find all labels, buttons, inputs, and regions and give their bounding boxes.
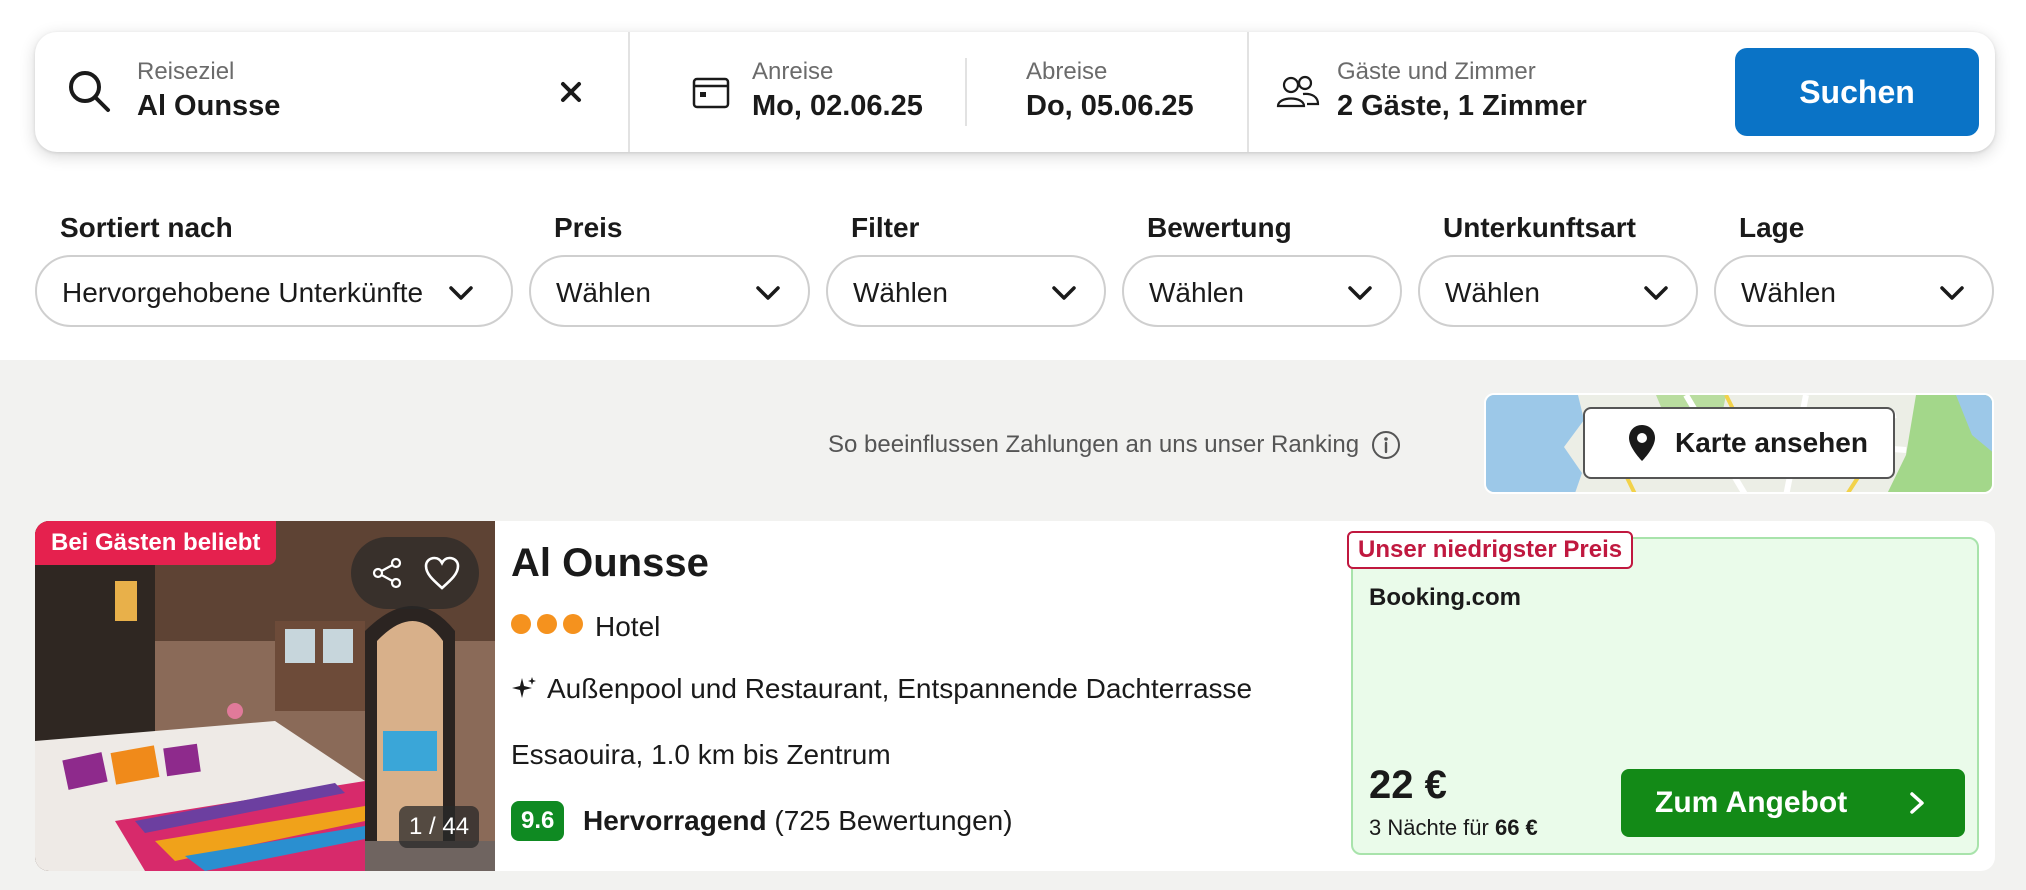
view-map-button[interactable]: Karte ansehen bbox=[1583, 407, 1895, 479]
price-dropdown[interactable]: Wählen bbox=[529, 255, 810, 327]
hotel-name[interactable]: Al Ounsse bbox=[511, 541, 709, 586]
search-button[interactable]: Suchen bbox=[1735, 48, 1979, 136]
destination-label: Reiseziel bbox=[137, 58, 235, 85]
amenities: Außenpool und Restaurant, Entspannende D… bbox=[547, 673, 1253, 704]
nights-prefix: 3 Nächte für bbox=[1369, 815, 1489, 840]
checkout-field[interactable]: Abreise Do, 05.06.25 bbox=[1001, 32, 1281, 152]
dropdown-value: Wählen bbox=[1445, 277, 1540, 308]
chevron-right-icon bbox=[1910, 792, 1924, 814]
filter-label: Preis bbox=[554, 212, 623, 243]
checkout-label: Abreise bbox=[1026, 58, 1108, 85]
checkin-field[interactable]: Anreise Mo, 02.06.25 bbox=[629, 32, 999, 152]
ranking-note: So beeinflussen Zahlungen an uns unser R… bbox=[828, 431, 1360, 458]
map-preview[interactable]: Karte ansehen bbox=[1484, 393, 1994, 494]
guests-label: Gäste und Zimmer bbox=[1337, 58, 1536, 85]
photo-actions bbox=[351, 537, 479, 609]
hotel-card: Bei Gästen beliebt 1 / 44 Al Ounsse Hote… bbox=[35, 521, 1995, 871]
share-icon[interactable] bbox=[371, 557, 403, 589]
heart-icon[interactable] bbox=[423, 555, 461, 591]
destination-field[interactable]: Reiseziel Al Ounsse bbox=[35, 32, 628, 152]
divider bbox=[965, 58, 967, 126]
map-pin-icon bbox=[1629, 425, 1655, 461]
chevron-down-icon bbox=[756, 286, 780, 300]
view-deal-button[interactable]: Zum Angebot bbox=[1621, 769, 1965, 837]
sparkle-icon bbox=[512, 677, 536, 698]
hotel-location: Essaouira, 1.0 km bis Zentrum bbox=[511, 739, 891, 770]
clear-icon[interactable] bbox=[555, 76, 587, 108]
calendar-icon bbox=[692, 77, 730, 109]
property-type-dropdown[interactable]: Wählen bbox=[1418, 255, 1698, 327]
dropdown-value: Hervorgehobene Unterkünfte bbox=[62, 277, 424, 308]
popular-badge: Bei Gästen beliebt bbox=[35, 521, 277, 565]
dropdown-value: Wählen bbox=[853, 277, 948, 308]
dropdown-value: Wählen bbox=[1149, 277, 1244, 308]
hotel-type: Hotel bbox=[595, 611, 661, 642]
checkin-value[interactable]: Mo, 02.06.25 bbox=[752, 90, 923, 123]
dropdown-value: Wählen bbox=[556, 277, 651, 308]
star-dot-icon bbox=[511, 614, 531, 634]
star-rating bbox=[511, 614, 583, 634]
photo-counter: 1 / 44 bbox=[399, 806, 480, 848]
deal-box[interactable]: Unser niedrigster Preis Booking.com 22 €… bbox=[1347, 531, 1979, 855]
dropdown-value: Wählen bbox=[1741, 277, 1836, 308]
view-deal-label: Zum Angebot bbox=[1655, 786, 1848, 819]
search-bar: Reiseziel Al Ounsse Anreise Mo, 02.06.25… bbox=[35, 32, 1995, 152]
nights-total-price: 66 € bbox=[1494, 815, 1538, 840]
lowest-price-badge: Unser niedrigster Preis bbox=[1347, 531, 1634, 569]
info-icon[interactable] bbox=[1371, 430, 1401, 460]
rating-score-badge: 9.6 bbox=[511, 801, 565, 841]
guests-icon bbox=[1276, 75, 1320, 108]
guests-field[interactable]: Gäste und Zimmer 2 Gäste, 1 Zimmer bbox=[1249, 32, 1729, 152]
rating-summary[interactable]: Hervorragend (725 Bewertungen) bbox=[583, 805, 1013, 837]
rating-dropdown[interactable]: Wählen bbox=[1122, 255, 1402, 327]
filter-label: Lage bbox=[1739, 212, 1805, 243]
checkout-value[interactable]: Do, 05.06.25 bbox=[1026, 90, 1194, 123]
chevron-down-icon bbox=[449, 286, 473, 300]
filter-dropdown[interactable]: Wählen bbox=[826, 255, 1106, 327]
hotel-photo[interactable]: Bei Gästen beliebt 1 / 44 bbox=[35, 521, 495, 871]
provider-name: Booking.com bbox=[1369, 584, 1522, 611]
chevron-down-icon bbox=[1052, 286, 1076, 300]
filter-label: Filter bbox=[851, 212, 920, 243]
checkin-label: Anreise bbox=[752, 58, 834, 85]
rating-word: Hervorragend bbox=[583, 805, 767, 836]
guests-value[interactable]: 2 Gäste, 1 Zimmer bbox=[1337, 90, 1587, 123]
search-icon bbox=[69, 71, 110, 112]
destination-value[interactable]: Al Ounsse bbox=[137, 90, 280, 123]
filter-label: Unterkunftsart bbox=[1443, 212, 1636, 243]
star-dot-icon bbox=[563, 614, 583, 634]
filter-label: Sortiert nach bbox=[60, 212, 233, 243]
sort-dropdown[interactable]: Hervorgehobene Unterkünfte bbox=[35, 255, 513, 327]
ranking-info[interactable]: So beeinflussen Zahlungen an uns unser R… bbox=[828, 430, 1401, 460]
star-dot-icon bbox=[537, 614, 557, 634]
rating-count: (725 Bewertungen) bbox=[774, 805, 1013, 836]
results-area: So beeinflussen Zahlungen an uns unser R… bbox=[0, 360, 2026, 890]
nights-total: 3 Nächte für 66 € bbox=[1369, 815, 1538, 841]
chevron-down-icon bbox=[1348, 286, 1372, 300]
view-map-label: Karte ansehen bbox=[1675, 427, 1868, 458]
location-dropdown[interactable]: Wählen bbox=[1714, 255, 1994, 327]
chevron-down-icon bbox=[1644, 286, 1668, 300]
price: 22 € bbox=[1369, 763, 1447, 807]
filter-label: Bewertung bbox=[1147, 212, 1292, 243]
chevron-down-icon bbox=[1940, 286, 1964, 300]
